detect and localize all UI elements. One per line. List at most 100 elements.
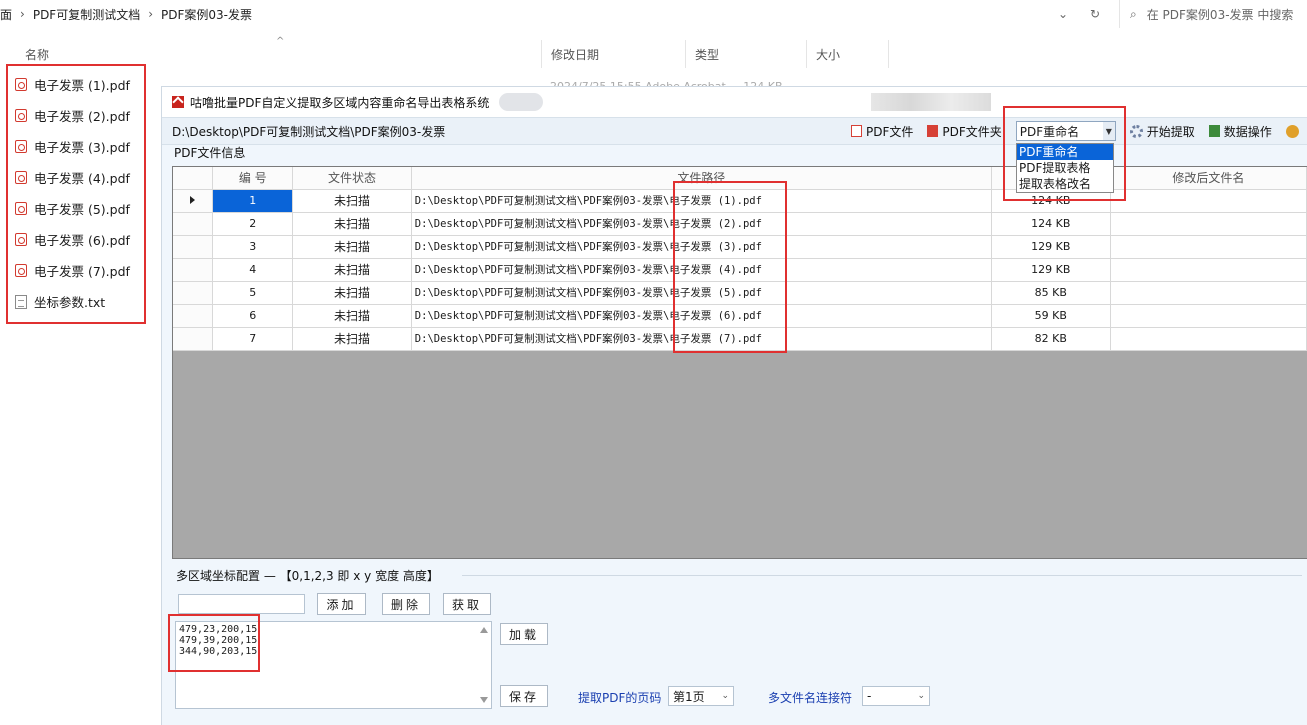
cell-status[interactable]: 未扫描 (292, 189, 412, 213)
cell-size[interactable]: 124 KB (991, 212, 1111, 236)
fetch-button[interactable]: 获取 (443, 593, 491, 615)
cell-size[interactable]: 82 KB (991, 327, 1111, 351)
cell-new-name[interactable] (1110, 304, 1307, 328)
refresh-icon[interactable]: ↻ (1079, 0, 1111, 28)
chevron-right-icon: › (20, 7, 25, 21)
cell-status[interactable]: 未扫描 (292, 212, 412, 236)
data-icon (1208, 125, 1220, 137)
pdf-folder-button[interactable]: PDF文件夹 (927, 123, 1002, 140)
cell-new-name[interactable] (1110, 258, 1307, 282)
row-indicator[interactable] (173, 212, 214, 236)
row-indicator[interactable] (173, 281, 214, 305)
redacted-chip (871, 93, 991, 111)
pdf-folder-icon (927, 125, 939, 137)
cell-status[interactable]: 未扫描 (292, 281, 412, 305)
cell-number[interactable]: 5 (212, 281, 294, 305)
scroll-up-icon[interactable] (480, 627, 488, 633)
row-indicator[interactable] (173, 189, 214, 213)
row-header-corner (173, 167, 214, 190)
scroll-down-icon[interactable] (480, 697, 488, 703)
page-select-value: 第1页 (673, 689, 705, 704)
start-extract-button[interactable]: 开始提取 (1129, 123, 1195, 140)
pdf-file-button[interactable]: PDF文件 (851, 123, 913, 140)
mode-dropdown-list: PDF重命名 PDF提取表格 提取表格改名 (1016, 143, 1114, 193)
cell-size[interactable]: 85 KB (991, 281, 1111, 305)
search-placeholder: 在 PDF案例03-发票 中搜索 (1146, 7, 1294, 22)
row-indicator[interactable] (173, 258, 214, 282)
joiner-select-value: - (867, 689, 872, 703)
data-operations-button[interactable]: 数据操作 (1208, 123, 1272, 140)
cell-size[interactable]: 129 KB (991, 258, 1111, 282)
cell-status[interactable]: 未扫描 (292, 235, 412, 259)
mode-option[interactable]: PDF重命名 (1017, 144, 1113, 160)
current-row-icon (190, 196, 196, 204)
cell-new-name[interactable] (1110, 235, 1307, 259)
cell-status[interactable]: 未扫描 (292, 304, 412, 328)
row-indicator[interactable] (173, 235, 214, 259)
column-header-modified[interactable]: 修改日期 (551, 40, 599, 68)
section-divider (462, 575, 1302, 576)
column-divider (888, 40, 889, 68)
cell-new-name[interactable] (1110, 212, 1307, 236)
start-extract-label: 开始提取 (1146, 124, 1195, 139)
annotation-highlight-filenames (673, 181, 787, 353)
breadcrumb-item[interactable]: PDF可复制测试文档 (33, 6, 140, 23)
user-button[interactable] (1285, 124, 1299, 138)
cell-new-name[interactable] (1110, 327, 1307, 351)
annotation-highlight-files (6, 64, 146, 324)
cell-number[interactable]: 2 (212, 212, 294, 236)
joiner-select[interactable]: - ⌄ (862, 686, 930, 706)
row-indicator[interactable] (173, 304, 214, 328)
folder-path[interactable]: D:\Desktop\PDF可复制测试文档\PDF案例03-发票 (172, 123, 837, 140)
pdf-file-label: PDF文件 (866, 124, 914, 139)
data-operations-label: 数据操作 (1223, 124, 1272, 139)
add-button[interactable]: 添加 (317, 593, 366, 615)
column-header-size[interactable]: 大小 (816, 40, 840, 68)
column-header-new-name[interactable]: 修改后文件名 (1110, 167, 1307, 190)
cell-number[interactable]: 7 (212, 327, 294, 351)
column-divider (541, 40, 542, 68)
save-button[interactable]: 保存 (500, 685, 548, 707)
column-header-number[interactable]: 编 号 (212, 167, 294, 190)
chevron-down-icon: ⌄ (917, 691, 925, 701)
chevron-down-icon: ⌄ (721, 691, 729, 701)
cell-number[interactable]: 4 (212, 258, 294, 282)
breadcrumb-item[interactable]: PDF案例03-发票 (161, 6, 252, 23)
column-divider (685, 40, 686, 68)
chevron-down-icon[interactable]: ⌄ (1047, 0, 1079, 28)
cell-size[interactable]: 59 KB (991, 304, 1111, 328)
explorer-address-bar: 面 › PDF可复制测试文档 › PDF案例03-发票 ⌄ ↻ ⌕ 在 PDF案… (0, 0, 1307, 28)
coordinate-config-title: 多区域坐标配置 — 【0,1,2,3 即 x y 宽度 高度】 (176, 569, 439, 583)
redacted-chip (499, 93, 544, 111)
breadcrumb-item[interactable]: 面 (0, 6, 12, 23)
search-input[interactable]: ⌕ 在 PDF案例03-发票 中搜索 (1119, 0, 1307, 28)
cell-size[interactable]: 129 KB (991, 235, 1111, 259)
cell-status[interactable]: 未扫描 (292, 327, 412, 351)
app-title-bar: 咕噜批量PDF自定义提取多区域内容重命名导出表格系统 (162, 87, 1307, 117)
delete-button[interactable]: 删除 (382, 593, 430, 615)
row-indicator[interactable] (173, 327, 214, 351)
column-header-type[interactable]: 类型 (695, 40, 719, 68)
app-logo-icon (172, 96, 184, 108)
pdf-file-icon (851, 125, 862, 137)
coordinate-input[interactable] (178, 594, 305, 614)
app-title: 咕噜批量PDF自定义提取多区域内容重命名导出表格系统 (190, 95, 490, 110)
joiner-label: 多文件名连接符 (768, 691, 853, 705)
page-select[interactable]: 第1页 ⌄ (668, 686, 734, 706)
sort-up-icon: ^ (276, 36, 285, 47)
page-label: 提取PDF的页码 (578, 691, 662, 705)
breadcrumb: 面 › PDF可复制测试文档 › PDF案例03-发票 (0, 6, 252, 23)
load-button[interactable]: 加载 (500, 623, 548, 645)
cell-status[interactable]: 未扫描 (292, 258, 412, 282)
cell-number[interactable]: 1 (212, 189, 294, 213)
mode-option[interactable]: 提取表格改名 (1017, 176, 1113, 192)
cell-new-name[interactable] (1110, 281, 1307, 305)
mode-option[interactable]: PDF提取表格 (1017, 160, 1113, 176)
cell-number[interactable]: 3 (212, 235, 294, 259)
cell-number[interactable]: 6 (212, 304, 294, 328)
column-divider (806, 40, 807, 68)
column-header-status[interactable]: 文件状态 (292, 167, 412, 190)
chevron-right-icon: › (148, 7, 154, 21)
app-toolbar: D:\Desktop\PDF可复制测试文档\PDF案例03-发票 PDF文件 P… (162, 117, 1307, 145)
cell-new-name[interactable] (1110, 189, 1307, 213)
